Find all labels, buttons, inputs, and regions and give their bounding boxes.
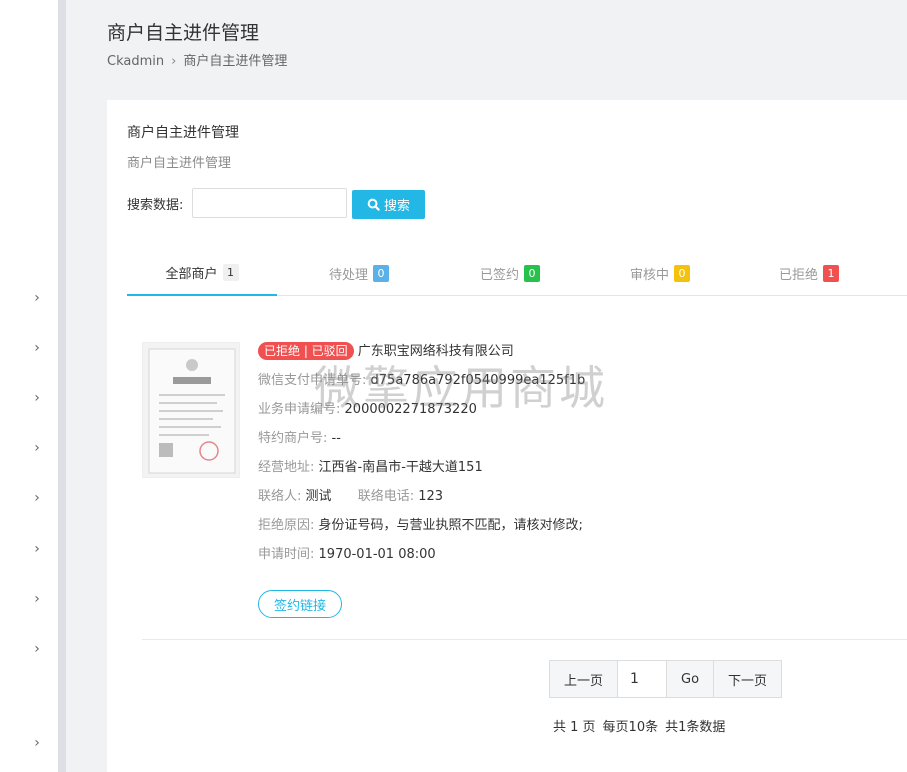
chevron-right-icon[interactable]: › <box>30 391 44 405</box>
field-label: 特约商户号: <box>258 431 328 446</box>
search-icon <box>367 198 380 211</box>
chevron-right-icon[interactable]: › <box>30 642 44 656</box>
total-records: 共1条数据 <box>665 720 726 735</box>
tab-count-badge: 1 <box>823 264 839 282</box>
tab-count-badge: 0 <box>373 264 389 282</box>
field-value: 江西省-南昌市-干越大道151 <box>318 460 483 475</box>
pagination-info: 共 1 页每页10条 共1条数据 <box>553 716 732 735</box>
tab-label: 已拒绝 <box>778 267 818 283</box>
search-button[interactable]: 搜索 <box>352 190 425 219</box>
field-label: 联络电话: <box>357 489 415 504</box>
special-merchant-row: 特约商户号: -- <box>258 429 898 458</box>
field-value: 1970-01-01 08:00 <box>318 547 436 562</box>
page-number-input[interactable]: 1 <box>617 660 668 698</box>
search-label: 搜索数据: <box>127 198 184 213</box>
search-input[interactable] <box>192 188 347 218</box>
field-value: 身份证号码，与营业执照不匹配，请核对修改; <box>318 518 583 533</box>
per-page: 每页10条 <box>602 720 659 735</box>
business-license-image[interactable] <box>142 342 240 478</box>
chevron-right-icon[interactable]: › <box>30 441 44 455</box>
wechat-apply-row: 微信支付申请单号: d75a786a792f0540999ea125f1b <box>258 371 898 400</box>
tab-count-badge: 1 <box>222 263 239 281</box>
chevron-right-icon[interactable]: › <box>30 291 44 305</box>
field-label: 经营地址: <box>258 460 315 475</box>
address-row: 经营地址: 江西省-南昌市-干越大道151 <box>258 458 898 487</box>
field-label: 业务申请编号: <box>258 402 341 417</box>
field-label: 联络人: <box>258 489 302 504</box>
tab-label: 已签约 <box>479 267 519 283</box>
chevron-right-icon[interactable]: › <box>30 592 44 606</box>
merchant-name: 广东职宝网络科技有限公司 <box>357 344 514 359</box>
sidebar-divider <box>58 0 66 772</box>
card-title: 商户自主进件管理 <box>127 125 239 141</box>
tab-label: 审核中 <box>629 267 669 283</box>
sign-link-button[interactable]: 签约链接 <box>258 590 342 618</box>
tab-reviewing[interactable]: 审核中 0 <box>585 250 735 296</box>
card-subtitle: 商户自主进件管理 <box>127 156 232 171</box>
page-title: 商户自主进件管理 <box>107 22 260 44</box>
breadcrumb-root[interactable]: Ckadmin <box>107 54 164 69</box>
status-badge: 已拒绝 | 已驳回 <box>258 342 354 360</box>
merchant-name-row: 已拒绝 | 已驳回 广东职宝网络科技有限公司 <box>258 342 898 371</box>
business-no-row: 业务申请编号: 2000002271873220 <box>258 400 898 429</box>
tab-rejected[interactable]: 已拒绝 1 <box>734 250 884 296</box>
field-value: 测试 <box>305 489 332 504</box>
merchant-item: 已拒绝 | 已驳回 广东职宝网络科技有限公司 微信支付申请单号: d75a786a… <box>142 320 907 640</box>
tab-label: 待处理 <box>328 267 368 283</box>
breadcrumb-separator-icon: › <box>171 54 177 69</box>
prev-page-button[interactable]: 上一页 <box>549 660 619 698</box>
merchant-info: 已拒绝 | 已驳回 广东职宝网络科技有限公司 微信支付申请单号: d75a786a… <box>258 342 898 574</box>
tab-pending[interactable]: 待处理 0 <box>284 250 434 296</box>
pagination: 上一页 1 Go 下一页 <box>549 660 783 698</box>
field-label: 微信支付申请单号: <box>258 373 367 388</box>
go-button[interactable]: Go <box>666 660 715 698</box>
field-value: d75a786a792f0540999ea125f1b <box>370 373 586 388</box>
field-value: 123 <box>418 489 444 504</box>
total-pages: 共 1 页 <box>553 720 596 735</box>
chevron-right-icon[interactable]: › <box>30 341 44 355</box>
status-tabs: 全部商户 1 待处理 0 已签约 0 审核中 0 已拒绝 1 <box>127 250 907 296</box>
tab-signed[interactable]: 已签约 0 <box>435 250 585 296</box>
tab-label: 全部商户 <box>165 266 218 282</box>
search-button-label: 搜索 <box>383 198 410 213</box>
main-card: 商户自主进件管理 商户自主进件管理 搜索数据: 搜索 全部商户 1 待处理 0 已签… <box>107 100 907 772</box>
reject-reason-row: 拒绝原因: 身份证号码，与营业执照不匹配，请核对修改; <box>258 516 898 545</box>
breadcrumb: Ckadmin › 商户自主进件管理 <box>107 50 287 69</box>
field-label: 申请时间: <box>258 547 315 562</box>
chevron-right-icon[interactable]: › <box>30 491 44 505</box>
chevron-right-icon[interactable]: › <box>30 542 44 556</box>
tab-all-merchants[interactable]: 全部商户 1 <box>127 250 277 296</box>
apply-time-row: 申请时间: 1970-01-01 08:00 <box>258 545 898 574</box>
field-value: 2000002271873220 <box>344 402 477 417</box>
breadcrumb-current: 商户自主进件管理 <box>183 54 288 69</box>
tab-count-badge: 0 <box>674 264 690 282</box>
chevron-right-icon[interactable]: › <box>30 736 44 750</box>
next-page-button[interactable]: 下一页 <box>713 660 783 698</box>
field-value: -- <box>331 431 341 446</box>
field-label: 拒绝原因: <box>258 518 315 533</box>
tab-count-badge: 0 <box>524 264 540 282</box>
contact-row: 联络人: 测试 联络电话: 123 <box>258 487 898 516</box>
sidebar: › › › › › › › › › <box>0 0 58 772</box>
page-header: 商户自主进件管理 Ckadmin › 商户自主进件管理 <box>66 0 907 100</box>
